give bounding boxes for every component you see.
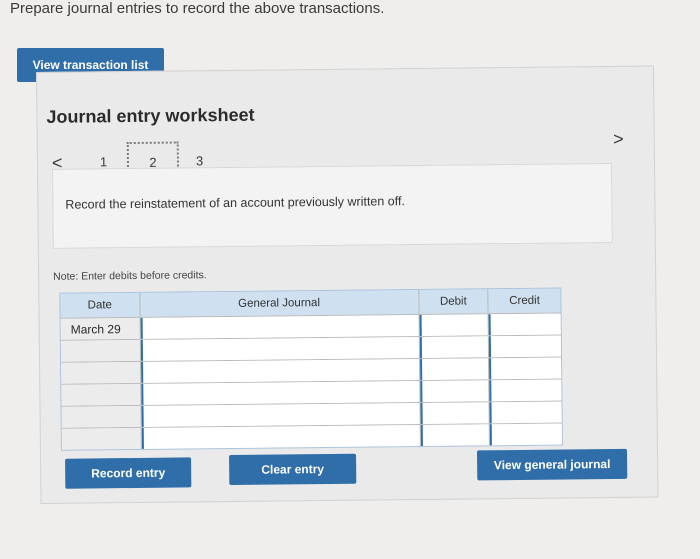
- header-date: Date: [60, 292, 141, 318]
- header-debit: Debit: [418, 289, 489, 315]
- credit-input[interactable]: [489, 401, 562, 424]
- credit-input[interactable]: [489, 379, 562, 402]
- account-input[interactable]: [141, 402, 421, 427]
- step-3[interactable]: 3: [196, 153, 203, 168]
- debit-input[interactable]: [419, 380, 490, 402]
- debit-input[interactable]: [419, 336, 490, 358]
- account-input[interactable]: [140, 336, 420, 361]
- entry-note: Note: Enter debits before credits.: [53, 269, 207, 283]
- header-general-journal: General Journal: [140, 290, 420, 317]
- view-general-journal-button[interactable]: View general journal: [476, 448, 628, 481]
- date-cell: [60, 339, 141, 362]
- step-1[interactable]: 1: [100, 154, 107, 169]
- debit-input[interactable]: [420, 402, 491, 424]
- clear-entry-button[interactable]: Clear entry: [229, 453, 357, 485]
- date-cell: [61, 427, 142, 450]
- credit-input[interactable]: [489, 335, 562, 358]
- debit-input[interactable]: [420, 424, 491, 446]
- journal-table: Date General Journal Debit Credit March …: [59, 287, 563, 451]
- account-input[interactable]: [140, 380, 421, 405]
- account-input[interactable]: [141, 424, 421, 449]
- account-input[interactable]: [140, 358, 420, 383]
- debit-input[interactable]: [419, 314, 490, 336]
- date-cell: [61, 361, 141, 384]
- worksheet-title: Journal entry worksheet: [46, 104, 255, 127]
- debit-input[interactable]: [419, 358, 490, 380]
- date-cell: March 29: [60, 317, 141, 340]
- transaction-description-box: Record the reinstatement of an account p…: [52, 162, 613, 249]
- date-cell: [61, 383, 142, 406]
- journal-entry-worksheet-panel: Journal entry worksheet < > 1 2 3 Record…: [36, 65, 659, 504]
- page-instruction: Prepare journal entries to record the ab…: [10, 0, 385, 17]
- credit-input[interactable]: [488, 313, 561, 336]
- chevron-right-icon[interactable]: >: [613, 129, 624, 150]
- date-cell: [61, 405, 142, 428]
- header-credit: Credit: [509, 294, 540, 308]
- credit-input[interactable]: [489, 357, 562, 380]
- account-input[interactable]: [140, 315, 420, 339]
- record-entry-button[interactable]: Record entry: [65, 457, 192, 489]
- credit-input[interactable]: [490, 423, 562, 446]
- transaction-description: Record the reinstatement of an account p…: [65, 194, 405, 212]
